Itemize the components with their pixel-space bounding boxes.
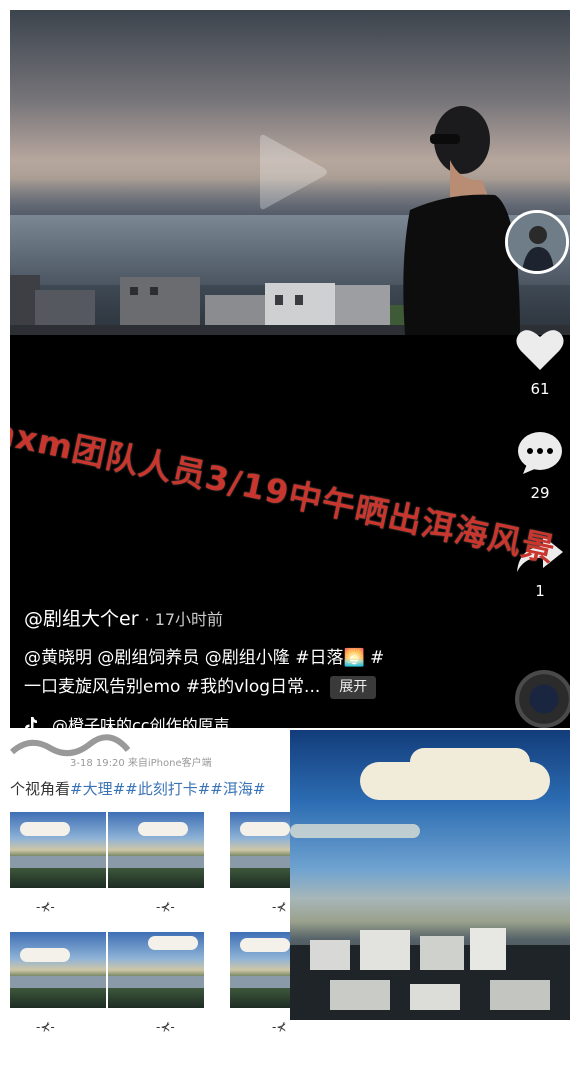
video-caption: @黄晓明 @剧组饲养员 @剧组小隆 #日落🌅 # 一口麦旋风告别emo #我的v… bbox=[24, 644, 464, 702]
caption-line-2: 一口麦旋风告别emo #我的vlog日常... bbox=[24, 677, 321, 697]
comment-icon bbox=[518, 432, 562, 474]
video-thumbnail[interactable] bbox=[10, 10, 570, 335]
photo-thumbnail[interactable] bbox=[108, 932, 204, 1008]
weibo-text-prefix: 个视角看 bbox=[10, 780, 71, 798]
share-count: 1 bbox=[535, 582, 545, 600]
watermark-logo-icon: -⊀- bbox=[156, 900, 175, 914]
avatar-image bbox=[508, 213, 566, 271]
music-disc-icon[interactable] bbox=[515, 670, 570, 728]
watermark-logo-icon: -⊀ bbox=[272, 1020, 287, 1034]
cloud bbox=[290, 824, 420, 838]
watermark-text: hxm团队人员3/19中午晒出洱海风景 bbox=[10, 411, 560, 570]
caption-line-1: @黄晓明 @剧组饲养员 @剧组小隆 #日落🌅 # bbox=[24, 648, 385, 668]
sound-line[interactable]: @橙子味的cc创作的原声 bbox=[24, 712, 230, 728]
lakeside-town bbox=[290, 928, 570, 1020]
like-count: 61 bbox=[530, 380, 550, 398]
weibo-text: 个视角看#大理##此刻打卡##洱海# bbox=[10, 778, 265, 799]
expand-button[interactable]: 展开 bbox=[330, 675, 377, 699]
watermark-logo-icon: -⊀- bbox=[36, 900, 55, 914]
author-avatar[interactable] bbox=[505, 210, 569, 274]
comment-count: 29 bbox=[530, 484, 550, 502]
watermark-logo-icon: -⊀ bbox=[272, 900, 287, 914]
author-name[interactable]: @剧组大个er bbox=[24, 608, 139, 630]
sound-name: @橙子味的cc创作的原声 bbox=[52, 716, 230, 728]
post-time: · 17小时前 bbox=[144, 610, 224, 629]
weibo-timestamp: 3-18 19:20 来自iPhone客户端 bbox=[70, 758, 212, 769]
author-line: @剧组大个er · 17小时前 bbox=[24, 604, 223, 631]
photo-thumbnail[interactable] bbox=[10, 932, 106, 1008]
video-card[interactable]: 61 29 1 @剧组大个er · 17小时前 @黄晓明 @剧组饲养员 @剧组小隆… bbox=[10, 10, 570, 728]
weibo-screenshot: 3-18 19:20 来自iPhone客户端 个视角看#大理##此刻打卡##洱海… bbox=[10, 730, 290, 1064]
hashtag[interactable]: #此刻打卡# bbox=[125, 780, 210, 798]
watermark-logo-icon: -⊀- bbox=[156, 1020, 175, 1034]
hashtag[interactable]: #洱海# bbox=[210, 780, 265, 798]
comment-button[interactable]: 29 bbox=[508, 430, 570, 502]
photo-thumbnail[interactable] bbox=[10, 812, 106, 888]
cloud bbox=[410, 748, 530, 776]
photo-thumbnail[interactable] bbox=[108, 812, 204, 888]
play-icon[interactable] bbox=[252, 128, 332, 216]
tiktok-icon bbox=[25, 717, 37, 728]
heart-icon bbox=[516, 330, 564, 370]
erhai-lake-photo bbox=[290, 730, 570, 1020]
photo-thumbnail[interactable] bbox=[230, 812, 290, 888]
hashtag[interactable]: #大理# bbox=[70, 780, 125, 798]
watermark-logo-icon: -⊀- bbox=[36, 1020, 55, 1034]
like-button[interactable]: 61 bbox=[508, 326, 570, 398]
photo-thumbnail[interactable] bbox=[230, 932, 290, 1008]
